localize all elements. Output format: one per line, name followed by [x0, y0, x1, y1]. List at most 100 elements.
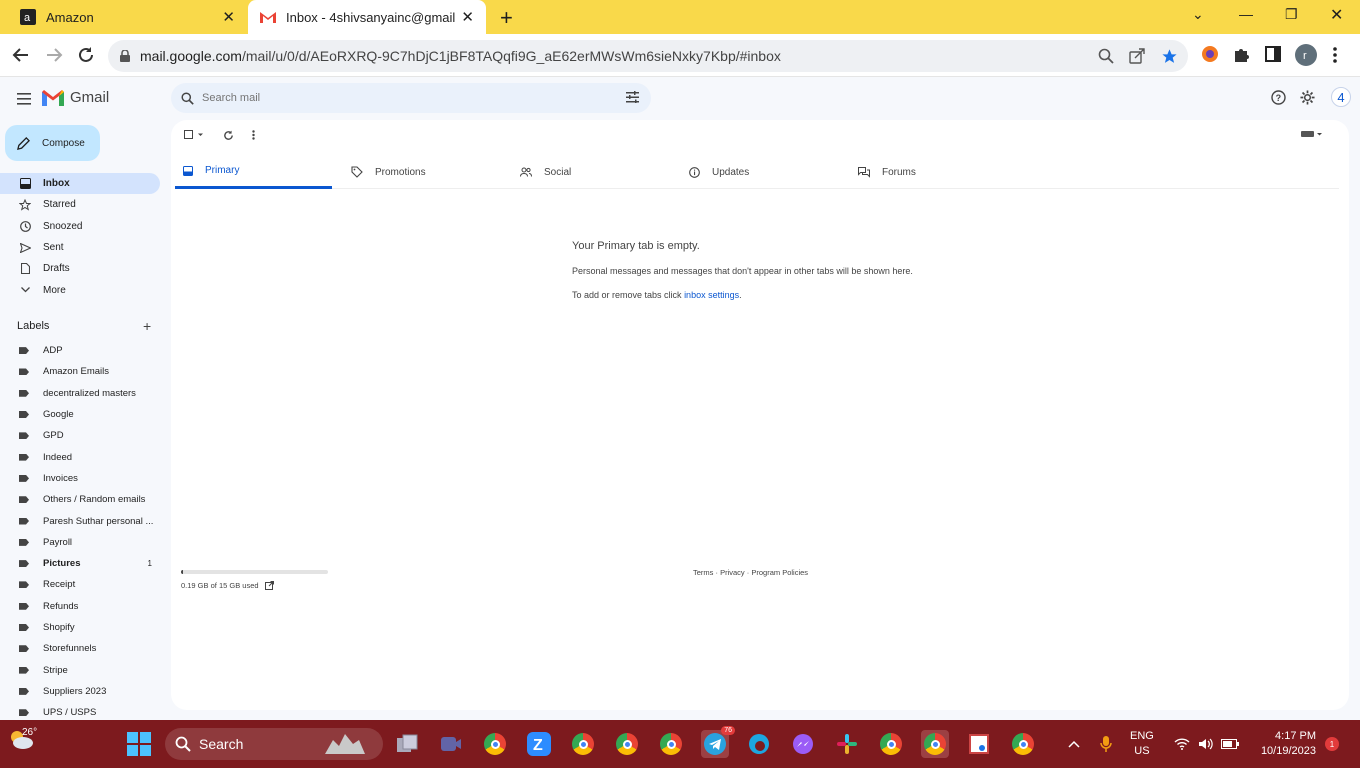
- inbox-settings-link[interactable]: inbox settings: [684, 290, 739, 300]
- edge-icon[interactable]: [745, 730, 773, 758]
- close-window-icon[interactable]: ✕: [1330, 5, 1343, 25]
- search-input[interactable]: [202, 92, 602, 104]
- nav-item-inbox[interactable]: Inbox: [0, 173, 160, 195]
- settings-gear-icon[interactable]: [1300, 90, 1315, 105]
- close-tab-icon[interactable]: ✕: [461, 8, 474, 26]
- browser-tab-gmail[interactable]: Inbox - 4shivsanyainc@gmail.com ✕: [248, 0, 486, 34]
- help-icon[interactable]: ?: [1271, 90, 1286, 105]
- search-icon[interactable]: [181, 91, 194, 105]
- label-item[interactable]: GPD: [0, 425, 160, 446]
- chrome-profile-icon[interactable]: [481, 730, 509, 758]
- label-item[interactable]: Storefunnels: [0, 638, 160, 659]
- show-hidden-icons-chevron-up-icon[interactable]: [1060, 730, 1088, 758]
- external-link-icon[interactable]: [264, 581, 274, 590]
- profile-avatar[interactable]: r: [1295, 44, 1317, 66]
- tab-forums[interactable]: Forums: [850, 155, 1007, 189]
- extensions-puzzle-icon[interactable]: [1233, 46, 1250, 63]
- label-item[interactable]: Receipt: [0, 574, 160, 595]
- program-policies-link[interactable]: Program Policies: [751, 568, 808, 577]
- chrome-profile-icon[interactable]: [613, 730, 641, 758]
- tab-primary[interactable]: Primary: [175, 155, 332, 189]
- battery-icon[interactable]: [1216, 730, 1244, 758]
- nav-item-snoozed[interactable]: Snoozed: [0, 216, 160, 237]
- label-name: UPS / USPS: [43, 707, 97, 719]
- gmail-logo[interactable]: Gmail: [42, 89, 109, 106]
- weather-widget[interactable]: 26°: [8, 727, 37, 753]
- label-item[interactable]: Shopify: [0, 617, 160, 638]
- restore-icon[interactable]: ❐: [1285, 6, 1298, 23]
- address-bar[interactable]: mail.google.com/mail/u/0/d/AEoRXRQ-9C7hD…: [108, 40, 1188, 72]
- notification-badge[interactable]: 1: [1325, 737, 1339, 751]
- bookmark-star-icon[interactable]: [1161, 48, 1178, 65]
- tab-updates[interactable]: Updates: [681, 155, 838, 189]
- clock[interactable]: 4:17 PM 10/19/2023: [1256, 729, 1316, 759]
- tab-promotions[interactable]: Promotions: [343, 155, 500, 189]
- chrome-profile-icon[interactable]: [1009, 730, 1037, 758]
- label-item[interactable]: Others / Random emails: [0, 489, 160, 510]
- share-icon[interactable]: [1129, 48, 1145, 64]
- chrome-profile-icon[interactable]: [569, 730, 597, 758]
- category-tabs: Primary Promotions Social Updates Forums: [175, 155, 1339, 189]
- label-item[interactable]: decentralized masters: [0, 383, 160, 404]
- privacy-link[interactable]: Privacy: [720, 568, 745, 577]
- select-all-checkbox[interactable]: [184, 130, 204, 140]
- chrome-active-icon[interactable]: [921, 730, 949, 758]
- search-bar[interactable]: [171, 83, 651, 113]
- microphone-icon[interactable]: [1092, 730, 1120, 758]
- taskbar-search-label: Search: [199, 736, 244, 752]
- snipping-tool-icon[interactable]: [965, 730, 993, 758]
- nav-item-more[interactable]: More: [0, 279, 160, 300]
- browser-tab-amazon[interactable]: a Amazon ✕: [0, 0, 247, 34]
- chrome-profile-icon[interactable]: [877, 730, 905, 758]
- label-item[interactable]: Google: [0, 404, 160, 425]
- label-item[interactable]: Indeed: [0, 446, 160, 467]
- new-tab-icon[interactable]: +: [500, 5, 513, 31]
- more-options-icon[interactable]: [252, 130, 255, 140]
- label-item[interactable]: Invoices: [0, 468, 160, 489]
- add-label-icon[interactable]: +: [143, 318, 151, 334]
- tab-social[interactable]: Social: [512, 155, 669, 189]
- account-avatar[interactable]: 4: [1331, 87, 1351, 107]
- label-item[interactable]: ADP: [0, 340, 160, 361]
- browser-menu-icon[interactable]: [1333, 47, 1337, 63]
- svg-text:?: ?: [1276, 93, 1282, 103]
- minimize-icon[interactable]: —: [1239, 6, 1253, 22]
- label-item[interactable]: Stripe: [0, 659, 160, 680]
- meet-icon[interactable]: [437, 730, 465, 758]
- label-item[interactable]: Paresh Suthar personal ...: [0, 510, 160, 531]
- extension-firefox-icon[interactable]: [1201, 45, 1219, 63]
- chrome-profile-icon[interactable]: [657, 730, 685, 758]
- label-tag-icon: [19, 709, 29, 717]
- label-item[interactable]: Payroll: [0, 532, 160, 553]
- label-item[interactable]: Amazon Emails: [0, 361, 160, 382]
- search-options-icon[interactable]: [626, 91, 639, 103]
- slack-icon[interactable]: [833, 730, 861, 758]
- reload-icon[interactable]: [77, 46, 95, 64]
- side-panel-icon[interactable]: [1265, 46, 1281, 62]
- nav-item-starred[interactable]: Starred: [0, 194, 160, 215]
- label-name: Invoices: [43, 472, 78, 484]
- close-tab-icon[interactable]: ✕: [222, 8, 235, 26]
- zoom-app-icon[interactable]: Z: [525, 730, 553, 758]
- main-menu-icon[interactable]: [17, 92, 31, 110]
- input-tools-icon[interactable]: [1301, 130, 1323, 138]
- windows-start-icon[interactable]: [125, 730, 153, 758]
- task-view-icon[interactable]: [393, 730, 421, 758]
- refresh-icon[interactable]: [223, 130, 234, 141]
- forward-icon[interactable]: [45, 46, 63, 64]
- labels-heading: Labels: [17, 320, 50, 332]
- language-indicator[interactable]: ENG US: [1130, 729, 1154, 759]
- nav-item-drafts[interactable]: Drafts: [0, 258, 160, 279]
- label-item[interactable]: Pictures 1: [0, 553, 160, 574]
- taskbar-search[interactable]: Search: [165, 728, 383, 760]
- nav-item-sent[interactable]: Sent: [0, 237, 160, 258]
- telegram-icon[interactable]: 76: [701, 726, 735, 758]
- tab-search-icon[interactable]: ⌄: [1192, 6, 1204, 23]
- compose-button[interactable]: Compose: [5, 125, 100, 161]
- label-item[interactable]: Refunds: [0, 596, 160, 617]
- back-icon[interactable]: [12, 46, 30, 64]
- terms-link[interactable]: Terms: [693, 568, 713, 577]
- label-item[interactable]: Suppliers 2023: [0, 681, 160, 702]
- zoom-icon[interactable]: [1098, 48, 1114, 64]
- messenger-icon[interactable]: [789, 730, 817, 758]
